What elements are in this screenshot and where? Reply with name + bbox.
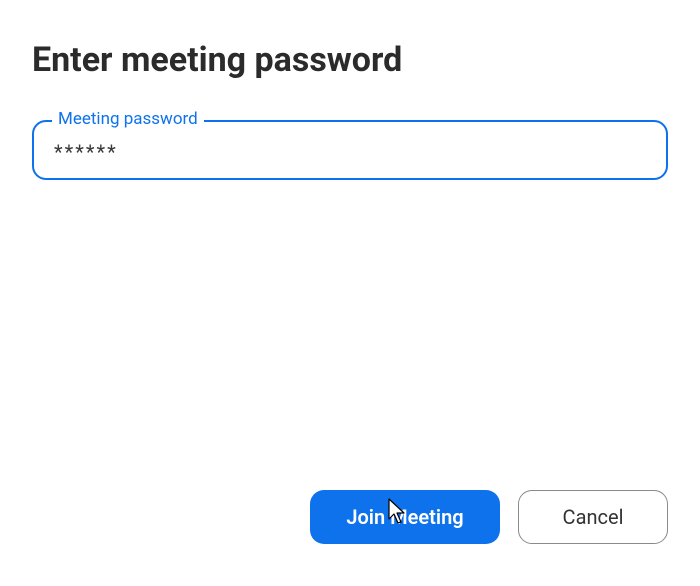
dialog-title: Enter meeting password bbox=[32, 40, 668, 80]
join-meeting-button[interactable]: Join Meeting bbox=[310, 490, 500, 544]
dialog-actions: Join Meeting Cancel bbox=[32, 490, 668, 554]
meeting-password-input[interactable] bbox=[32, 120, 668, 180]
password-field-label: Meeting password bbox=[52, 109, 204, 129]
password-dialog: Enter meeting password Meeting password … bbox=[0, 0, 700, 586]
password-field-wrapper: Meeting password bbox=[32, 120, 668, 180]
cancel-button[interactable]: Cancel bbox=[518, 490, 668, 544]
